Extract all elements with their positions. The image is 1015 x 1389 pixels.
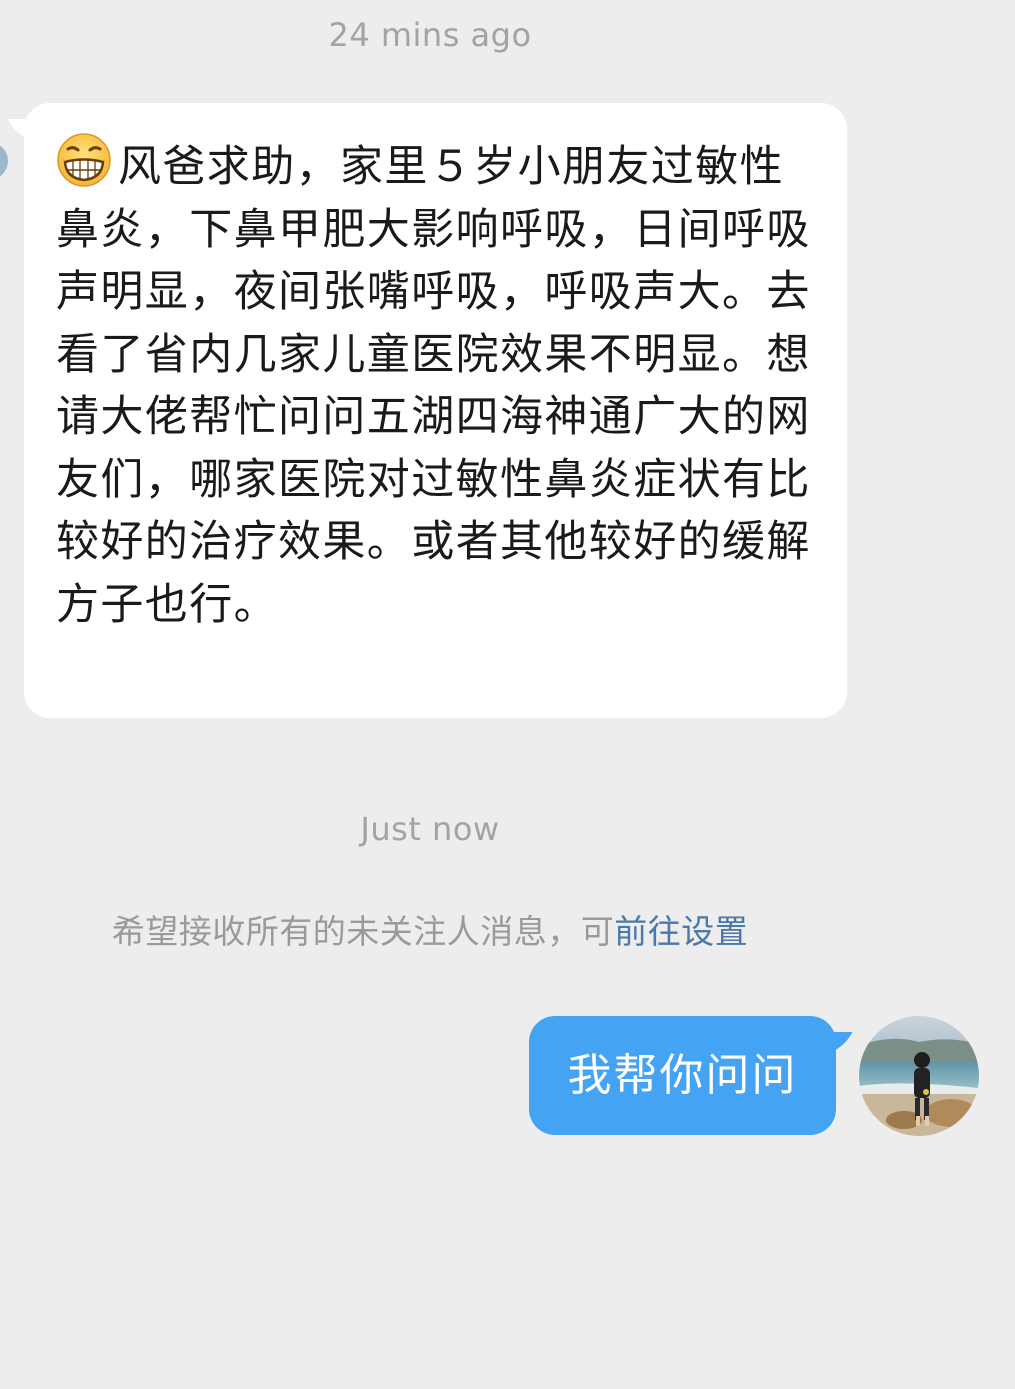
system-notice: 希望接收所有的未关注人消息，可前往设置	[0, 905, 860, 953]
timestamp: 24 mins ago	[328, 16, 532, 54]
sender-avatar[interactable]	[0, 142, 8, 180]
avatar-photo	[859, 1016, 979, 1136]
go-to-settings-link[interactable]: 前往设置	[614, 912, 748, 951]
incoming-message: 风爸求助，家里５岁小朋友过敏性鼻炎，下鼻甲肥大影响呼吸，日间呼吸声明显，夜间张嘴…	[56, 133, 817, 636]
bubble-tail	[7, 119, 43, 141]
bubble-tail	[817, 1032, 853, 1054]
grinning-face-icon	[57, 133, 111, 187]
incoming-message-text: 风爸求助，家里５岁小朋友过敏性鼻炎，下鼻甲肥大影响呼吸，日间呼吸声明显，夜间张嘴…	[56, 142, 811, 630]
outgoing-message-text: 我帮你问问	[567, 1050, 798, 1101]
user-avatar[interactable]	[859, 1016, 979, 1136]
notice-text: 希望接收所有的未关注人消息，可	[111, 912, 615, 951]
timestamp: Just now	[360, 810, 500, 848]
incoming-message-bubble[interactable]: 风爸求助，家里５岁小朋友过敏性鼻炎，下鼻甲肥大影响呼吸，日间呼吸声明显，夜间张嘴…	[7, 103, 847, 718]
chat-screen: 24 mins ago 风爸求助，家里５岁小朋友过敏性鼻炎，下鼻甲肥大影响呼吸，…	[0, 0, 1015, 1389]
outgoing-message-bubble[interactable]: 我帮你问问	[529, 1016, 853, 1135]
